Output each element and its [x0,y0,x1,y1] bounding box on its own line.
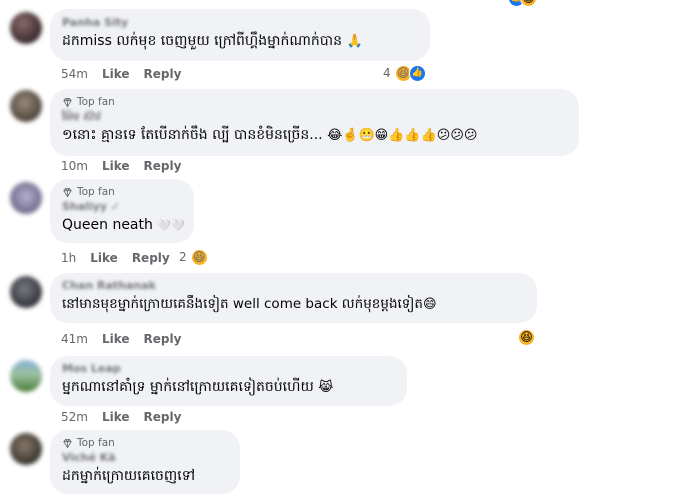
avatar[interactable] [10,360,42,392]
comment-emoji: 🤍🤍 [157,219,185,232]
like-button[interactable]: Like [90,250,118,266]
top-fan-label: Top fan [77,437,115,449]
like-icon: 👍 [408,64,426,82]
reaction-count: 2 [179,250,187,264]
prev-reaction-icons: 👍 😆 [508,0,537,7]
comment-emoji: 😹 [318,380,334,395]
reply-button[interactable]: Reply [144,66,182,82]
comment-actions: 10m Like Reply [61,158,195,174]
comment-text: នៅមានមុខម្នាក់ក្រោយគេនឹងទៀត well come ba… [62,294,525,315]
avatar[interactable] [10,433,42,465]
diamond-icon [63,187,72,197]
like-button[interactable]: Like [102,331,130,347]
top-fan-label: Top fan [77,186,115,198]
comment-bubble: Top fan ម៉ែម ស៊ាវ ១នោះ គ្មានទេ តែបើនាក់ច… [50,89,579,156]
avatar[interactable] [10,12,42,44]
top-fan-badge: Top fan [62,185,182,199]
comment-text: ម្នកណានៅគាំទ្រ ម្នាក់នៅក្រោយគេទៀតចប់ហើយ … [62,377,395,398]
reply-button[interactable]: Reply [144,158,182,174]
comment-author[interactable]: Shaliyy ✓ [62,199,182,215]
comment-text: ១នោះ គ្មានទេ តែបើនាក់ចឹង ល្បី បានខំមិនច្… [62,125,567,146]
top-fan-badge: Top fan [62,95,567,109]
comment-author[interactable]: Chan Rathanak [62,278,525,294]
comment-time[interactable]: 41m [61,331,88,347]
top-fan-badge: Top fan [62,436,228,450]
comment-author[interactable]: ម៉ែម ស៊ាវ [62,109,567,125]
comment-emoji: 😄 [422,297,437,312]
comment-time[interactable]: 54m [61,66,88,82]
comment-text-body: Queen neath [62,217,153,233]
reaction-count: 4 [383,66,391,80]
avatar[interactable] [10,90,42,122]
comment-actions: 41m Like Reply [61,331,195,347]
like-button[interactable]: Like [102,66,130,82]
comment-author[interactable]: Panha Sity [62,15,418,31]
comment-text-body: ម្នកណានៅគាំទ្រ ម្នាក់នៅក្រោយគេទៀតចប់ហើយ [62,379,314,395]
comment-time[interactable]: 10m [61,158,88,174]
comment-text: ដកmiss លក់មុខ ចេញមួយ ក្រៅពីហ្គឹងម្នាក់ណា… [62,31,418,52]
comment-emoji: 🙏 [346,34,363,49]
comment-bubble: Top fan Viché Kā ដកម្នាក់ក្រោយគេចេញទៅ [50,430,240,494]
comment-author[interactable]: Mos Leap [62,361,395,377]
reply-button[interactable]: Reply [132,250,170,266]
comment-bubble: Panha Sity ដកmiss លក់មុខ ចេញមួយ ក្រៅពីហ្… [50,9,430,61]
comment-actions: 1h Like Reply [61,250,184,266]
comment-text-body: ដកmiss លក់មុខ ចេញមួយ ក្រៅពីហ្គឹងម្នាក់ណា… [62,33,343,49]
haha-icon[interactable]: 😆 [518,329,535,346]
haha-icon: 😆 [520,0,537,7]
comment-emoji: 😂🤞😬😁👍👍👍😕😕😕 [327,128,478,143]
reaction-summary[interactable]: 2 😆 [179,248,208,266]
comment-text: ដកម្នាក់ក្រោយគេចេញទៅ [62,468,196,484]
comment-text: Queen neath 🤍🤍 [62,215,185,236]
comment-actions: 52m Like Reply [61,409,195,425]
comment-time[interactable]: 1h [61,250,76,266]
comment-text-body: នៅមានមុខម្នាក់ក្រោយគេនឹងទៀត well come ba… [62,296,423,312]
diamond-icon [63,97,72,107]
top-fan-label: Top fan [77,96,115,108]
comment-time[interactable]: 52m [61,409,88,425]
like-button[interactable]: Like [102,158,130,174]
comment-bubble: Mos Leap ម្នកណានៅគាំទ្រ ម្នាក់នៅក្រោយគេទ… [50,356,407,406]
comment-text-body: ១នោះ គ្មានទេ តែបើនាក់ចឹង ល្បី បានខំមិនច្… [62,127,323,143]
reply-button[interactable]: Reply [144,409,182,425]
haha-icon: 😆 [190,248,208,266]
comment-bubble: Chan Rathanak នៅមានមុខម្នាក់ក្រោយគេនឹងទៀ… [50,273,537,323]
reaction-summary[interactable]: 4 😆 👍 [383,64,426,82]
avatar[interactable] [10,276,42,308]
like-button[interactable]: Like [102,409,130,425]
comment-actions: 54m Like Reply [61,66,195,82]
comment-author[interactable]: Viché Kā [62,450,228,466]
avatar[interactable] [10,182,42,214]
diamond-icon [63,438,72,448]
reply-button[interactable]: Reply [144,331,182,347]
comment-bubble: Top fan Shaliyy ✓ Queen neath 🤍🤍 [50,179,194,243]
